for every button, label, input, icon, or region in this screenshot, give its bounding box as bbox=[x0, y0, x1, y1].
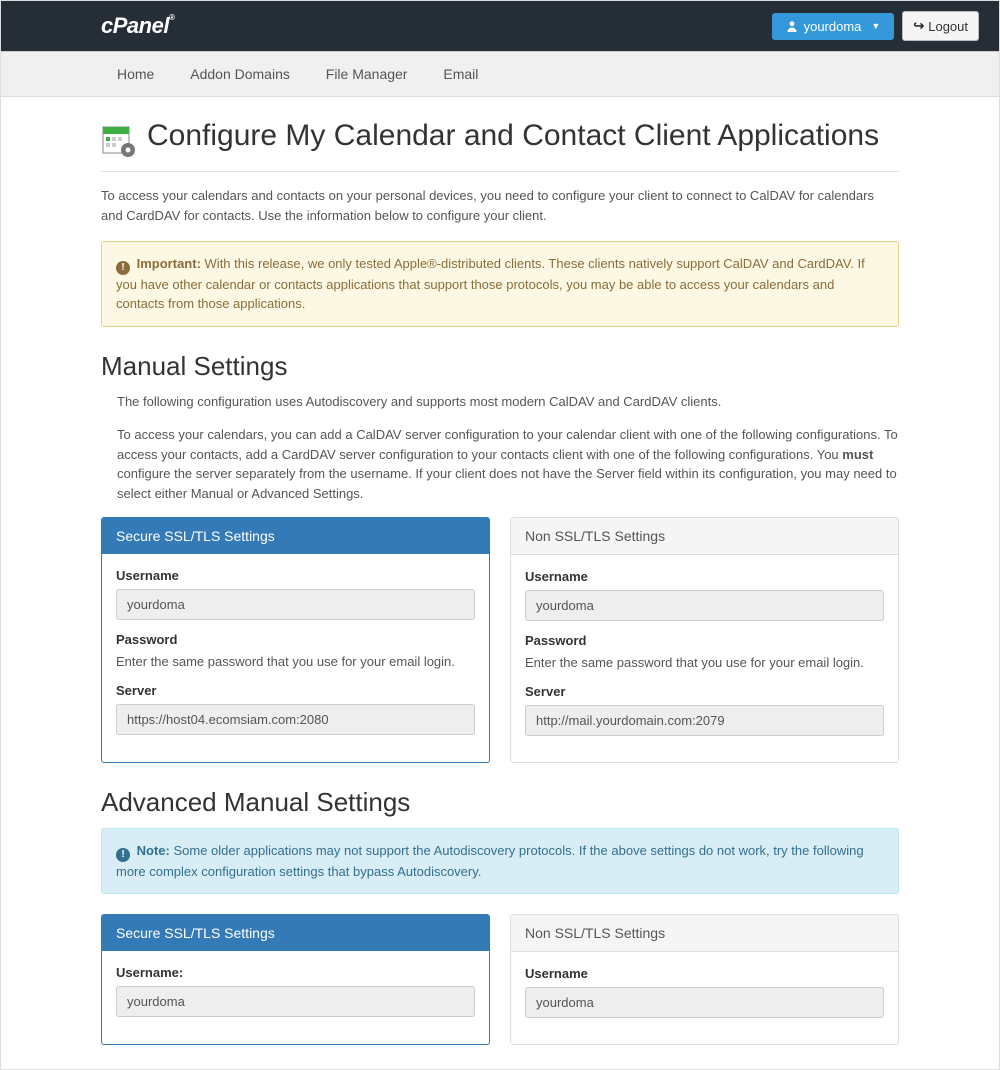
nonsecure-server-field[interactable] bbox=[525, 705, 884, 736]
top-bar: cPanel® yourdoma ▼ ↪ Logout bbox=[1, 1, 999, 51]
adv-secure-panel-heading: Secure SSL/TLS Settings bbox=[102, 915, 489, 951]
logout-label: Logout bbox=[928, 19, 968, 34]
password-desc: Enter the same password that you use for… bbox=[525, 654, 884, 672]
password-label: Password bbox=[525, 633, 884, 648]
page-title: Configure My Calendar and Contact Client… bbox=[147, 117, 879, 155]
username-label: Username bbox=[525, 966, 884, 981]
server-label: Server bbox=[116, 683, 475, 698]
calendar-gear-icon bbox=[101, 123, 137, 159]
important-text: With this release, we only tested Apple®… bbox=[116, 256, 865, 311]
username-label: Username: bbox=[116, 965, 475, 980]
username-label: Username bbox=[116, 568, 475, 583]
note-label: Note: bbox=[137, 843, 170, 858]
logout-icon: ↪ bbox=[913, 18, 924, 34]
secure-server-field[interactable] bbox=[116, 704, 475, 735]
nav-addon-domains[interactable]: Addon Domains bbox=[174, 52, 306, 96]
divider bbox=[101, 171, 899, 172]
user-menu-button[interactable]: yourdoma ▼ bbox=[772, 13, 895, 40]
caret-down-icon: ▼ bbox=[871, 21, 880, 31]
adv-nonsecure-panel-heading: Non SSL/TLS Settings bbox=[511, 915, 898, 952]
nav-email[interactable]: Email bbox=[427, 52, 494, 96]
nav-home[interactable]: Home bbox=[101, 52, 170, 96]
note-text: Some older applications may not support … bbox=[116, 843, 864, 879]
important-alert: ! Important: With this release, we only … bbox=[101, 241, 899, 327]
secure-panel: Secure SSL/TLS Settings Username Passwor… bbox=[101, 517, 490, 763]
manual-settings-heading: Manual Settings bbox=[101, 351, 899, 382]
nav-bar: Home Addon Domains File Manager Email bbox=[1, 51, 999, 97]
user-label: yourdoma bbox=[804, 19, 862, 34]
password-label: Password bbox=[116, 632, 475, 647]
intro-text: To access your calendars and contacts on… bbox=[101, 186, 899, 225]
user-icon bbox=[786, 20, 798, 32]
important-label: Important: bbox=[137, 256, 201, 271]
nonsecure-username-field[interactable] bbox=[525, 590, 884, 621]
nav-file-manager[interactable]: File Manager bbox=[310, 52, 424, 96]
adv-secure-panel: Secure SSL/TLS Settings Username: bbox=[101, 914, 490, 1045]
logout-button[interactable]: ↪ Logout bbox=[902, 11, 979, 41]
main-content: Configure My Calendar and Contact Client… bbox=[1, 97, 999, 1045]
exclamation-icon: ! bbox=[116, 261, 130, 275]
advanced-settings-heading: Advanced Manual Settings bbox=[101, 787, 899, 818]
adv-nonsecure-panel: Non SSL/TLS Settings Username bbox=[510, 914, 899, 1045]
password-desc: Enter the same password that you use for… bbox=[116, 653, 475, 671]
note-alert: ! Note: Some older applications may not … bbox=[101, 828, 899, 894]
server-label: Server bbox=[525, 684, 884, 699]
adv-secure-username-field[interactable] bbox=[116, 986, 475, 1017]
adv-nonsecure-username-field[interactable] bbox=[525, 987, 884, 1018]
secure-panel-heading: Secure SSL/TLS Settings bbox=[102, 518, 489, 554]
info-icon: ! bbox=[116, 848, 130, 862]
manual-p1: The following configuration uses Autodis… bbox=[117, 392, 899, 412]
manual-p2: To access your calendars, you can add a … bbox=[117, 425, 899, 503]
nonsecure-panel: Non SSL/TLS Settings Username Password E… bbox=[510, 517, 899, 763]
secure-username-field[interactable] bbox=[116, 589, 475, 620]
nonsecure-panel-heading: Non SSL/TLS Settings bbox=[511, 518, 898, 555]
brand-logo: cPanel® bbox=[101, 13, 772, 39]
username-label: Username bbox=[525, 569, 884, 584]
